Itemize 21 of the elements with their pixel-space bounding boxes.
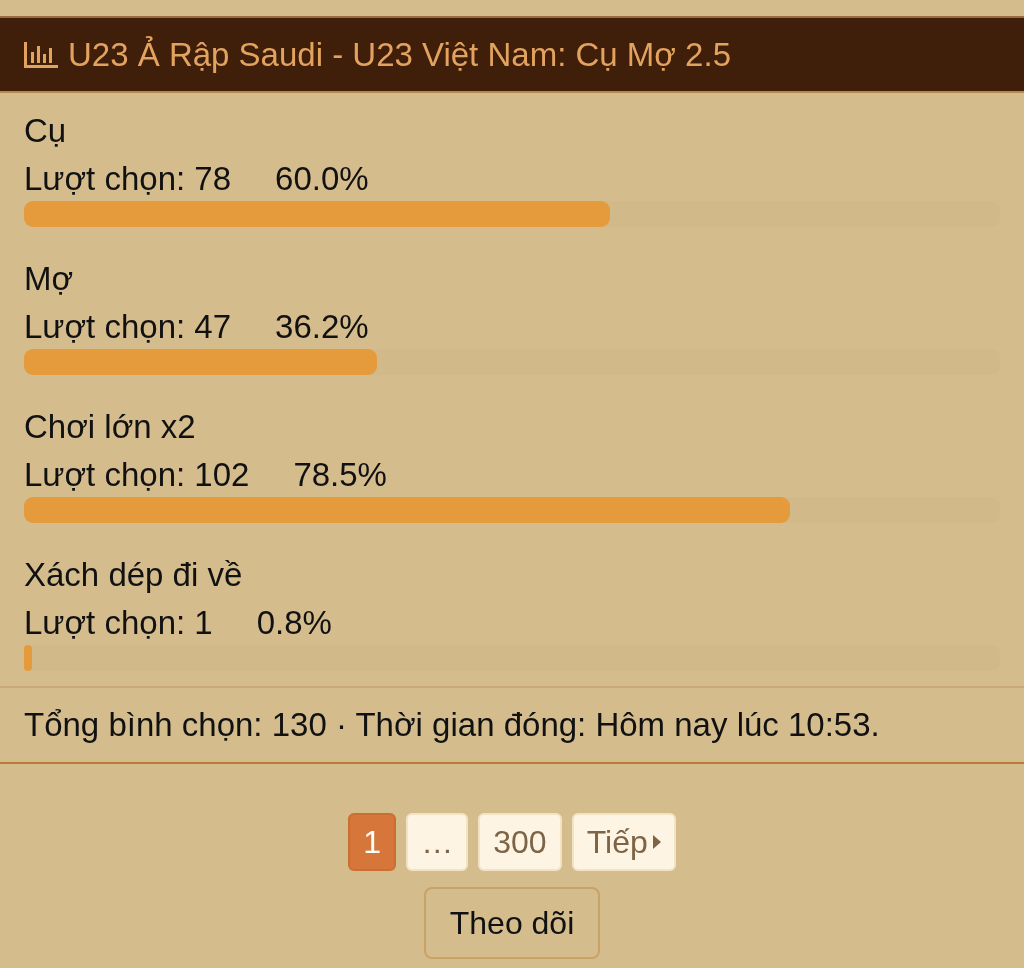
option-label: Xách dép đi về [24, 555, 244, 595]
option-label: Mợ [24, 259, 75, 299]
vote-count: Lượt chọn: 102 [24, 455, 250, 495]
vote-percent: 60.0% [275, 159, 369, 199]
poll-summary: Tổng bình chọn: 130 · Thời gian đóng: Hôm nay lúc 10:53. [0, 686, 1024, 764]
next-page-button[interactable]: Tiếp [571, 813, 676, 871]
vote-percent: 78.5% [293, 455, 387, 495]
page-button[interactable]: 300 [478, 813, 562, 871]
page-button[interactable]: 1 [348, 813, 397, 871]
bar-chart-icon [24, 41, 58, 68]
vote-percent: 0.8% [256, 603, 332, 643]
caret-right-icon [652, 835, 661, 849]
vote-count: Lượt chọn: 47 [24, 307, 232, 347]
poll-title: U23 Ả Rập Saudi - U23 Việt Nam: Cụ Mợ 2.5 [68, 35, 731, 74]
page-button[interactable]: … [406, 813, 469, 871]
follow-button[interactable]: Theo dõi [423, 887, 601, 959]
vote-count: Lượt chọn: 78 [24, 159, 232, 199]
vote-count: Lượt chọn: 1 [24, 603, 213, 643]
option-label: Cụ [24, 111, 68, 151]
option-label: Chơi lớn x2 [24, 407, 197, 447]
vote-percent: 36.2% [275, 307, 369, 347]
